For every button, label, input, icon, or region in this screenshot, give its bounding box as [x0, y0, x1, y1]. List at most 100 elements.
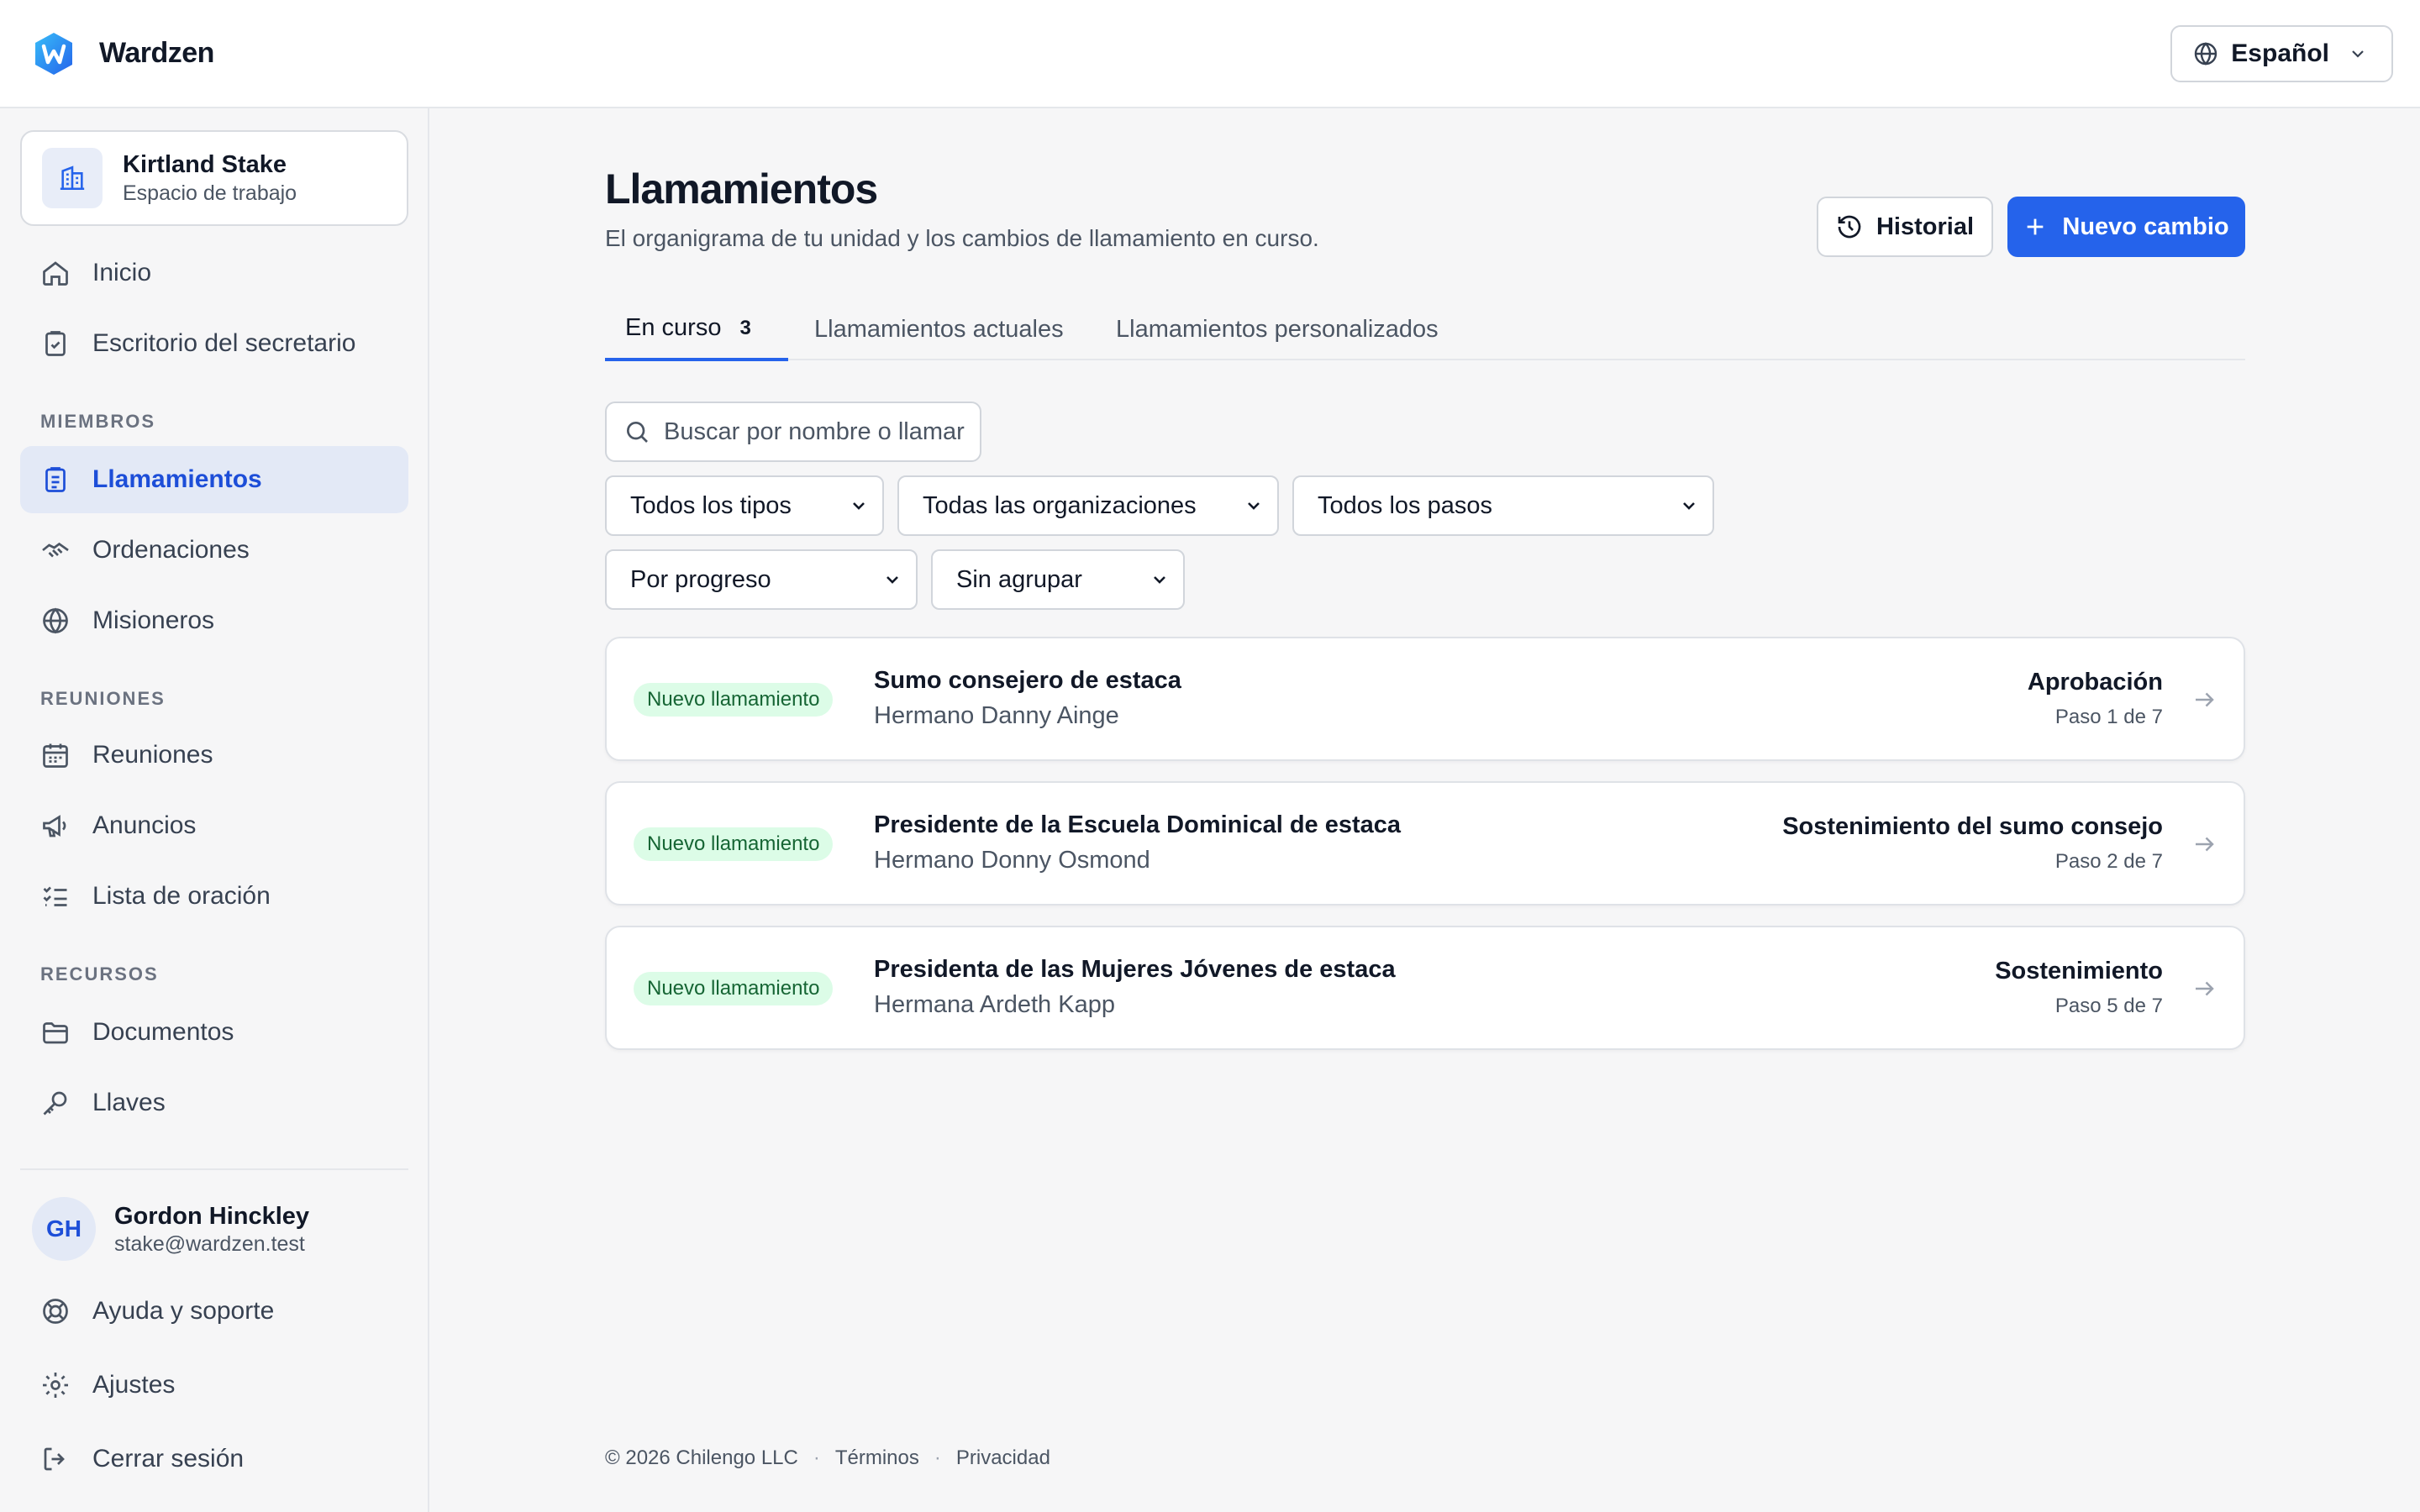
- sidebar-item-ayuda[interactable]: Ayuda y soporte: [20, 1278, 408, 1345]
- step-progress: Paso 2 de 7: [2054, 850, 2163, 873]
- language-select[interactable]: Español: [2170, 24, 2393, 82]
- tab-label: Llamamientos actuales: [814, 315, 1064, 343]
- select-value: Por progreso: [630, 565, 771, 593]
- tab-llamamientos-actuales[interactable]: Llamamientos actuales: [814, 298, 1064, 360]
- footer-copyright: © 2026 Chilengo LLC: [605, 1446, 798, 1469]
- select-value: Todos los pasos: [1318, 491, 1492, 519]
- sidebar-item-label: Reuniones: [92, 741, 213, 769]
- change-card[interactable]: Nuevo llamamiento Presidente de la Escue…: [605, 781, 2245, 906]
- sidebar-item-escritorio[interactable]: Escritorio del secretario: [20, 310, 408, 377]
- history-label: Historial: [1876, 213, 1975, 240]
- history-icon: [1838, 215, 1861, 239]
- footer-separator: ·: [934, 1446, 941, 1469]
- footer-separator: ·: [813, 1446, 820, 1469]
- sidebar-item-llamamientos[interactable]: Llamamientos: [20, 446, 408, 513]
- sort-select[interactable]: Por progreso: [605, 549, 918, 610]
- sidebar-item-reuniones[interactable]: Reuniones: [20, 722, 408, 789]
- home-icon: [43, 261, 68, 286]
- step-progress: Paso 5 de 7: [2054, 995, 2163, 1017]
- wardzen-logo-icon: [35, 32, 72, 75]
- tabs: En curso 3 Llamamientos actuales Llamami…: [605, 298, 2245, 361]
- select-value: Sin agrupar: [956, 565, 1082, 593]
- megaphone-icon: [43, 815, 66, 837]
- search-input[interactable]: [664, 417, 966, 446]
- calling-person: Hermano Danny Ainge: [874, 702, 1119, 729]
- sidebar-item-label: Llamamientos: [92, 465, 262, 493]
- sidebar-item-llaves[interactable]: Llaves: [20, 1069, 408, 1137]
- sidebar: Kirtland Stake Espacio de trabajo Inicio…: [0, 108, 429, 1512]
- brand[interactable]: Wardzen: [32, 31, 214, 76]
- sidebar-item-label: Documentos: [92, 1018, 234, 1046]
- filter-step-select[interactable]: Todos los pasos: [1292, 475, 1714, 536]
- workspace-switcher[interactable]: Kirtland Stake Espacio de trabajo: [20, 130, 408, 226]
- footer: © 2026 Chilengo LLC · Términos · Privaci…: [605, 1446, 1050, 1470]
- tab-label: Llamamientos personalizados: [1116, 315, 1439, 343]
- new-change-button[interactable]: Nuevo cambio: [2007, 197, 2245, 257]
- sidebar-item-label: Misioneros: [92, 606, 215, 634]
- sidebar-item-label: Ayuda y soporte: [92, 1297, 275, 1325]
- top-bar: Wardzen Español: [0, 0, 2420, 108]
- footer-privacy-link[interactable]: Privacidad: [956, 1446, 1050, 1470]
- tab-llamamientos-personalizados[interactable]: Llamamientos personalizados: [1116, 298, 1439, 360]
- chevron-down-icon: [1683, 502, 1695, 510]
- chevron-down-icon: [886, 576, 898, 584]
- folder-icon: [43, 1022, 68, 1044]
- history-button[interactable]: Historial: [1817, 197, 1993, 257]
- calling-person: Hermano Donny Osmond: [874, 847, 1150, 874]
- workspace-icon-box: [42, 148, 103, 208]
- list-check-icon: [43, 886, 67, 906]
- tab-en-curso[interactable]: En curso 3: [605, 298, 788, 361]
- globe-icon: [2195, 41, 2217, 66]
- current-step: Sostenimiento: [1995, 958, 2163, 984]
- logout-icon: [44, 1447, 65, 1471]
- building-icon: [60, 165, 85, 191]
- calling-title: Presidenta de las Mujeres Jóvenes de est…: [874, 956, 1396, 983]
- arrow-right-icon: [2196, 981, 2214, 996]
- group-select[interactable]: Sin agrupar: [931, 549, 1185, 610]
- sidebar-item-documentos[interactable]: Documentos: [20, 999, 408, 1066]
- lifebuoy-icon: [43, 1299, 68, 1324]
- current-step: Sostenimiento del sumo consejo: [1782, 813, 2163, 840]
- language-label: Español: [2231, 39, 2329, 67]
- avatar: GH: [32, 1197, 96, 1261]
- current-step: Aprobación: [2027, 669, 2163, 696]
- clipboard-check-icon: [45, 331, 66, 356]
- sidebar-item-ordenaciones[interactable]: Ordenaciones: [20, 517, 408, 584]
- change-card[interactable]: Nuevo llamamiento Sumo consejero de esta…: [605, 637, 2245, 761]
- workspace-title: Kirtland Stake: [123, 151, 287, 178]
- calling-title: Presidente de la Escuela Dominical de es…: [874, 811, 1402, 838]
- sidebar-item-label: Cerrar sesión: [92, 1445, 245, 1473]
- plus-icon: [2028, 218, 2044, 235]
- status-badge: Nuevo llamamiento: [634, 683, 834, 717]
- sidebar-item-anuncios[interactable]: Anuncios: [20, 792, 408, 859]
- page-title: Llamamientos: [605, 165, 878, 213]
- tab-count-badge: 3: [739, 316, 751, 339]
- chevron-down-icon: [853, 502, 865, 510]
- workspace-subtitle: Espacio de trabajo: [123, 181, 297, 205]
- footer-terms-link[interactable]: Términos: [835, 1446, 919, 1470]
- filter-organization-select[interactable]: Todas las organizaciones: [897, 475, 1279, 536]
- sidebar-item-label: Ordenaciones: [92, 536, 250, 564]
- arrow-right-icon: [2196, 837, 2214, 852]
- section-label-reuniones: REUNIONES: [40, 688, 166, 709]
- globe-icon: [43, 607, 68, 634]
- change-card[interactable]: Nuevo llamamiento Presidenta de las Muje…: [605, 926, 2245, 1050]
- chevron-down-icon: [1154, 576, 1165, 584]
- sidebar-item-label: Llaves: [92, 1089, 166, 1116]
- sidebar-item-ajustes[interactable]: Ajustes: [20, 1352, 408, 1419]
- sidebar-item-cerrar-sesion[interactable]: Cerrar sesión: [20, 1425, 408, 1493]
- section-label-recursos: RECURSOS: [40, 963, 159, 984]
- sidebar-item-misioneros[interactable]: Misioneros: [20, 587, 408, 654]
- filter-type-select[interactable]: Todos los tipos: [605, 475, 884, 536]
- sidebar-item-lista-oracion[interactable]: Lista de oración: [20, 863, 408, 930]
- user-profile[interactable]: GH Gordon Hinckley stake@wardzen.test: [32, 1197, 309, 1261]
- search-box: [605, 402, 981, 462]
- key-icon: [43, 1091, 67, 1116]
- new-change-label: Nuevo cambio: [2062, 213, 2229, 240]
- sidebar-item-inicio[interactable]: Inicio: [20, 239, 408, 307]
- select-value: Todos los tipos: [630, 491, 792, 519]
- step-progress: Paso 1 de 7: [2054, 706, 2163, 728]
- handshake-icon: [42, 542, 69, 558]
- sidebar-item-label: Lista de oración: [92, 882, 271, 910]
- arrow-right-icon: [2196, 692, 2214, 707]
